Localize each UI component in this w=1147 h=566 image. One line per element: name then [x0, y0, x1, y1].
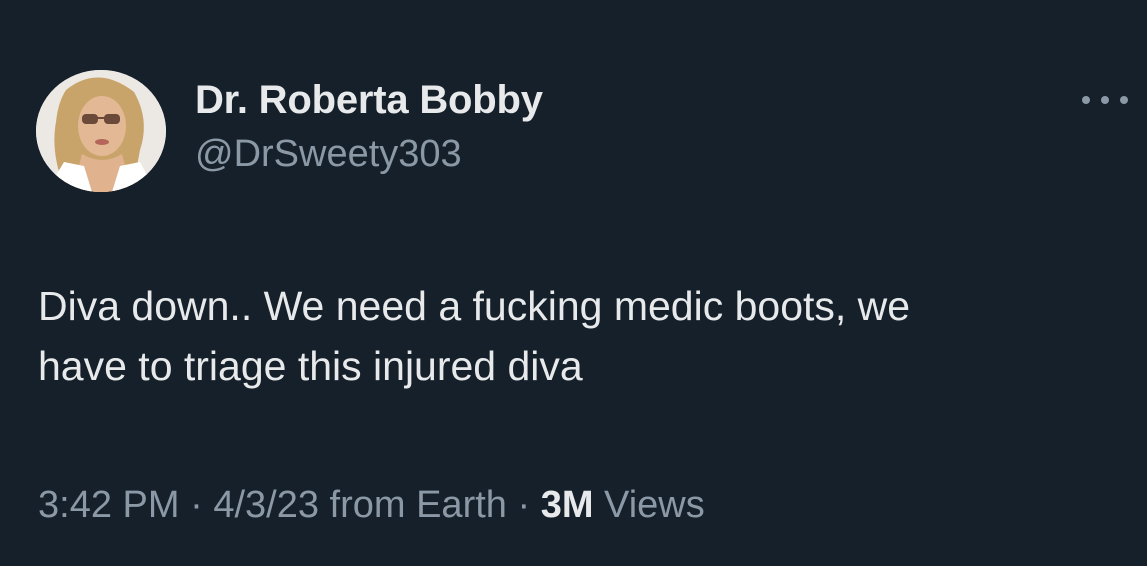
- meta-separator: ·: [179, 484, 214, 526]
- tweet-date[interactable]: 4/3/23: [213, 484, 319, 526]
- tweet-text: Diva down.. We need a fucking medic boot…: [38, 276, 1128, 396]
- more-dot: [1101, 96, 1109, 104]
- views-count[interactable]: 3M: [541, 484, 594, 526]
- avatar-image: [36, 70, 166, 192]
- tweet-text-line: have to triage this injured diva: [38, 343, 583, 389]
- views-label: Views: [593, 484, 705, 526]
- author-display-name[interactable]: Dr. Roberta Bobby: [195, 78, 543, 123]
- tweet-text-line: Diva down.. We need a fucking medic boot…: [38, 283, 911, 329]
- tweet-card: Dr. Roberta Bobby @DrSweety303 Diva down…: [0, 0, 1147, 566]
- tweet-time[interactable]: 3:42 PM: [38, 484, 180, 526]
- tweet-meta: 3:42 PM · 4/3/23 from Earth · 3M Views: [38, 484, 705, 527]
- more-dot: [1120, 96, 1128, 104]
- more-dot: [1082, 96, 1090, 104]
- meta-separator: ·: [506, 484, 541, 526]
- tweet-source: from Earth: [318, 484, 507, 526]
- more-horizontal-icon[interactable]: [1082, 88, 1128, 112]
- avatar[interactable]: [36, 70, 166, 192]
- author-handle[interactable]: @DrSweety303: [195, 133, 462, 176]
